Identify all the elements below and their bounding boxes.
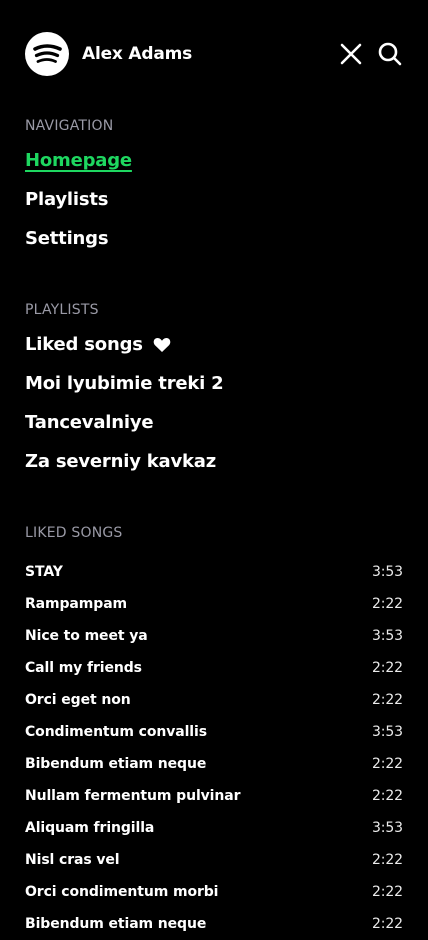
song-row[interactable]: Orci eget non 2:22: [25, 684, 403, 716]
nav-item-homepage[interactable]: Homepage: [25, 150, 132, 171]
song-row[interactable]: Bibendum etiam neque 2:22: [25, 748, 403, 780]
playlists-section-label: PLAYLISTS: [25, 302, 99, 318]
song-duration: 3:53: [371, 628, 403, 644]
song-row[interactable]: Nisl cras vel 2:22: [25, 844, 403, 876]
playlist-item[interactable]: Za severniy kavkaz: [25, 451, 216, 472]
playlist-item-label: Tancevalniye: [25, 412, 154, 433]
song-row[interactable]: Nice to meet ya 3:53: [25, 620, 403, 652]
liked-songs-section-label: LIKED SONGS: [25, 525, 123, 541]
song-row[interactable]: Bibendum etiam neque 2:22: [25, 908, 403, 940]
song-duration: 2:22: [371, 660, 403, 676]
song-row[interactable]: Aliquam fringilla 3:53: [25, 812, 403, 844]
song-row[interactable]: Nullam fermentum pulvinar 2:22: [25, 780, 403, 812]
song-row[interactable]: STAY 3:53: [25, 556, 403, 588]
song-duration: 2:22: [371, 596, 403, 612]
playlist-item-label: Moi lyubimie treki 2: [25, 373, 224, 394]
playlist-item[interactable]: Moi lyubimie treki 2: [25, 373, 224, 394]
song-title: Nullam fermentum pulvinar: [25, 788, 241, 804]
song-duration: 2:22: [371, 884, 403, 900]
close-icon: [340, 43, 362, 65]
song-row[interactable]: Orci condimentum morbi 2:22: [25, 876, 403, 908]
search-button[interactable]: [376, 40, 404, 68]
song-title: Call my friends: [25, 660, 142, 676]
nav-item-playlists[interactable]: Playlists: [25, 189, 108, 210]
navigation-section-label: NAVIGATION: [25, 118, 114, 134]
song-duration: 3:53: [371, 564, 403, 580]
song-row[interactable]: Call my friends 2:22: [25, 652, 403, 684]
song-duration: 2:22: [371, 852, 403, 868]
spotify-logo-icon[interactable]: [25, 32, 69, 76]
playlist-item-label: Liked songs: [25, 334, 143, 355]
header: Alex Adams: [0, 0, 428, 108]
song-duration: 2:22: [371, 788, 403, 804]
song-title: Orci eget non: [25, 692, 131, 708]
song-title: STAY: [25, 564, 63, 580]
song-row[interactable]: Rampampam 2:22: [25, 588, 403, 620]
song-duration: 2:22: [371, 756, 403, 772]
nav-item-settings[interactable]: Settings: [25, 228, 109, 249]
song-title: Nice to meet ya: [25, 628, 148, 644]
playlist-item-label: Za severniy kavkaz: [25, 451, 217, 472]
song-title: Aliquam fringilla: [25, 820, 155, 836]
liked-songs-list: STAY 3:53 Rampampam 2:22 Nice to meet ya 3:…: [25, 556, 403, 940]
heart-icon: [153, 337, 171, 353]
playlist-item[interactable]: Tancevalniye: [25, 412, 154, 433]
song-duration: 3:53: [371, 820, 403, 836]
song-title: Condimentum convallis: [25, 724, 207, 740]
song-title: Bibendum etiam neque: [25, 756, 207, 772]
song-title: Orci condimentum morbi: [25, 884, 219, 900]
playlist-item-liked-songs[interactable]: Liked songs: [25, 334, 171, 355]
close-button[interactable]: [337, 40, 365, 68]
search-icon: [378, 42, 402, 66]
username: Alex Adams: [82, 44, 193, 64]
song-title: Bibendum etiam neque: [25, 916, 207, 932]
song-duration: 2:22: [371, 692, 403, 708]
song-title: Nisl cras vel: [25, 852, 120, 868]
song-duration: 2:22: [371, 916, 403, 932]
song-title: Rampampam: [25, 596, 128, 612]
song-row[interactable]: Condimentum convallis 3:53: [25, 716, 403, 748]
song-duration: 3:53: [371, 724, 403, 740]
